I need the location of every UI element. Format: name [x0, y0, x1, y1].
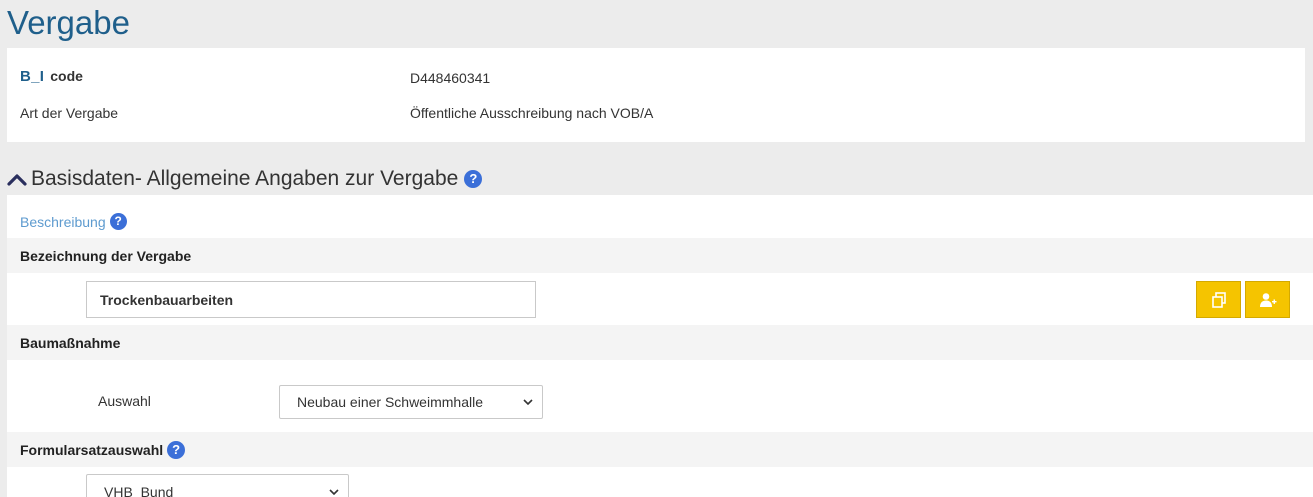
formularsatz-label: Formularsatzauswahl ? [20, 441, 186, 459]
art-der-vergabe-value: Öffentliche Ausschreibung nach VOB/A [410, 105, 654, 121]
info-card: B_I code D448460341 Art der Vergabe Öffen… [7, 48, 1305, 142]
baumassnahme-select[interactable]: Neubau einer Schweimmhalle [279, 385, 543, 419]
copy-icon [1211, 291, 1226, 308]
section-content: Beschreibung ? Bezeichnung der Vergabe B… [7, 195, 1313, 497]
section-help-icon[interactable]: ? [464, 170, 483, 188]
section-title: Basisdaten- Allgemeine Angaben zur Verga… [31, 167, 459, 190]
baumassnahme-selected: Neubau einer Schweimmhalle [297, 394, 483, 410]
bezeichnung-label: Bezeichnung der Vergabe [20, 248, 192, 264]
formularsatz-select[interactable]: VHB_Bund [86, 474, 349, 497]
chevron-down-icon [329, 489, 339, 495]
chevron-up-icon[interactable] [7, 171, 27, 187]
code-value: D448460341 [410, 70, 491, 86]
code-label: code [50, 68, 83, 84]
formularsatz-band: Formularsatzauswahl ? [7, 432, 1313, 467]
add-user-icon [1259, 292, 1276, 307]
auswahl-label: Auswahl [98, 393, 151, 409]
baumassnahme-band: Baumaßnahme [7, 325, 1313, 360]
formularsatz-label-text: Formularsatzauswahl [20, 442, 164, 458]
art-der-vergabe-label: Art der Vergabe [20, 105, 119, 121]
section-header: Basisdaten- Allgemeine Angaben zur Verga… [7, 165, 483, 193]
beschreibung-label[interactable]: Beschreibung [20, 214, 106, 230]
chevron-down-icon [523, 399, 533, 405]
page-title: Vergabe [7, 4, 130, 41]
copy-button[interactable] [1196, 281, 1241, 318]
bi-code-label: B_I code [20, 68, 83, 85]
bezeichnung-input[interactable] [86, 281, 536, 318]
bi-logo: B_I [20, 68, 45, 85]
formularsatz-selected: VHB_Bund [104, 484, 174, 497]
beschreibung-help-icon[interactable]: ? [109, 213, 127, 230]
beschreibung-link[interactable]: Beschreibung ? [20, 213, 127, 230]
formularsatz-help-icon[interactable]: ? [167, 441, 186, 459]
baumassnahme-label: Baumaßnahme [20, 335, 121, 351]
add-user-button[interactable] [1245, 281, 1290, 318]
bezeichnung-band: Bezeichnung der Vergabe [7, 238, 1313, 273]
